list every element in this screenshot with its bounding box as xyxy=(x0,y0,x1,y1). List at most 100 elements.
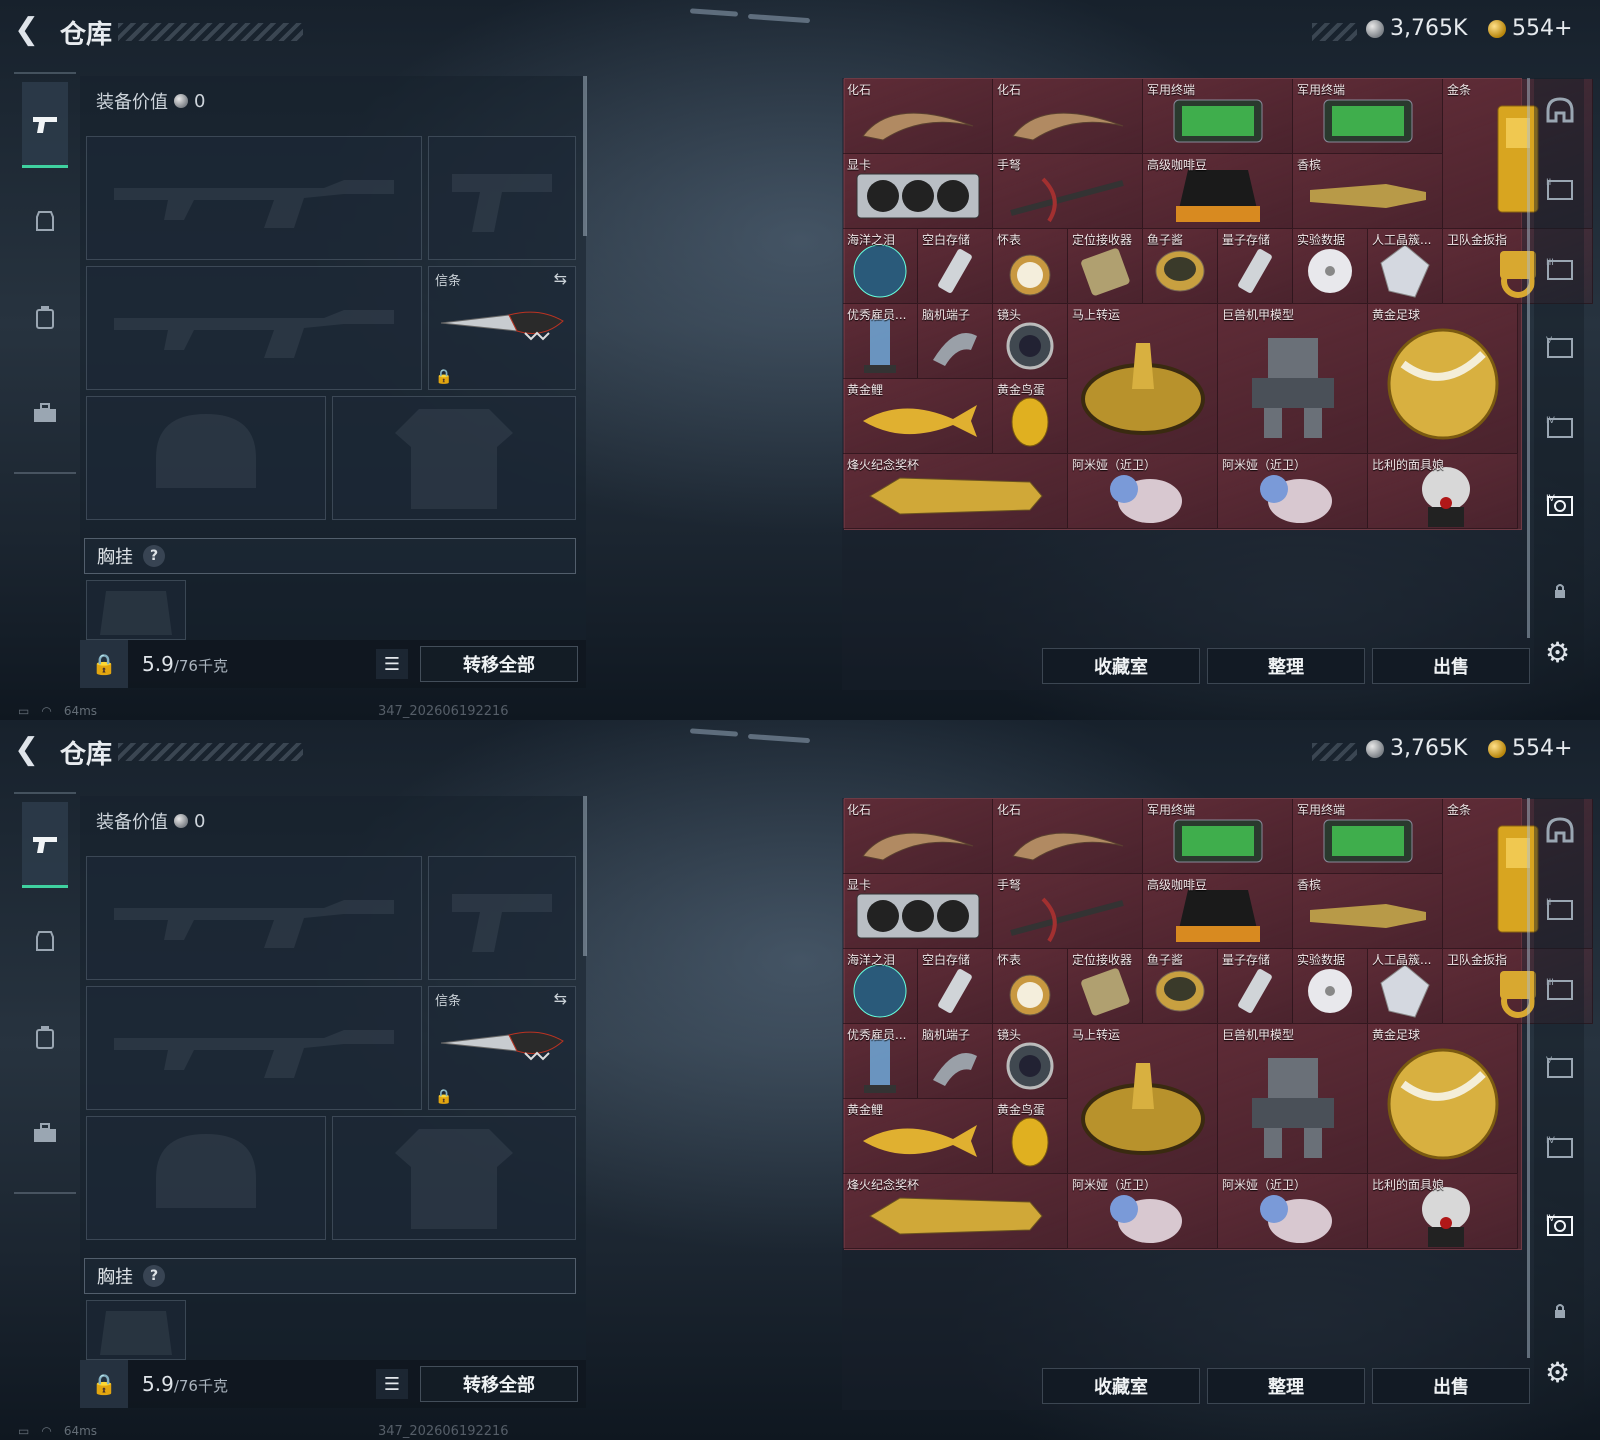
inventory-item[interactable]: 空白存储 xyxy=(918,949,993,1024)
loadout-scrollbar[interactable] xyxy=(583,76,587,236)
gold-currency[interactable]: 554+ xyxy=(1488,16,1572,41)
inventory-item[interactable]: 黄金鲤 xyxy=(843,1099,993,1174)
inventory-item[interactable]: 怀表 xyxy=(993,949,1068,1024)
inventory-item[interactable]: 脑机端子 xyxy=(918,1024,993,1099)
gear-icon[interactable]: ⚙ xyxy=(1545,636,1570,669)
pistol-slot[interactable] xyxy=(428,136,576,260)
rail-tab-armor[interactable] xyxy=(22,898,68,984)
inventory-item[interactable]: 化石 xyxy=(843,79,993,154)
inventory-item[interactable]: 量子存储 xyxy=(1218,949,1293,1024)
rail-tab-pistol[interactable] xyxy=(22,802,68,888)
collection-room-button[interactable]: 收藏室 xyxy=(1042,648,1200,684)
inventory-item[interactable]: 军用终端 xyxy=(1293,799,1443,874)
sell-button[interactable]: 出售 xyxy=(1372,1368,1530,1404)
swap-icon[interactable]: ⇆ xyxy=(554,989,567,1008)
inventory-item[interactable]: 化石 xyxy=(843,799,993,874)
primary-weapon-slot[interactable] xyxy=(86,856,422,980)
storage-tab-tab-iii[interactable]: III xyxy=(1544,254,1576,284)
rail-tab-backpack[interactable] xyxy=(22,274,68,360)
chest-rig-header[interactable]: 胸挂 ? xyxy=(84,1258,576,1294)
inventory-item[interactable]: 实验数据 xyxy=(1293,949,1368,1024)
inventory-item[interactable]: 镜头 xyxy=(993,304,1068,379)
inventory-item[interactable]: 巨兽机甲模型 xyxy=(1218,304,1368,454)
inventory-item[interactable]: 高级咖啡豆 xyxy=(1143,874,1293,949)
pistol-slot[interactable] xyxy=(428,856,576,980)
inventory-item[interactable]: 化石 xyxy=(993,79,1143,154)
inventory-item[interactable]: 比利的面具娘 xyxy=(1368,1174,1518,1249)
help-icon[interactable]: ? xyxy=(143,545,165,567)
inventory-item[interactable]: 定位接收器 xyxy=(1068,949,1143,1024)
inventory-item[interactable]: 军用终端 xyxy=(1293,79,1443,154)
storage-tab-tab-vi[interactable]: IV xyxy=(1544,1210,1576,1240)
body-armor-slot[interactable] xyxy=(332,396,576,520)
primary-weapon-slot[interactable] xyxy=(86,136,422,260)
storage-tab-tab-v[interactable]: IV xyxy=(1544,1132,1576,1162)
inventory-item[interactable]: 优秀雇员... xyxy=(843,304,918,379)
inventory-item[interactable]: 军用终端 xyxy=(1143,799,1293,874)
transfer-all-button[interactable]: 转移全部 xyxy=(420,1366,578,1402)
rail-tab-toolbox[interactable] xyxy=(22,1090,68,1176)
bag-lock-button[interactable]: 🔒 xyxy=(80,1360,128,1408)
back-button[interactable]: ❮ xyxy=(14,15,44,46)
rail-tab-toolbox[interactable] xyxy=(22,370,68,456)
inventory-item[interactable]: 比利的面具娘 xyxy=(1368,454,1518,529)
inventory-item[interactable]: 黄金鸟蛋 xyxy=(993,379,1068,454)
inventory-item[interactable]: 显卡 xyxy=(843,154,993,229)
inventory-item[interactable]: 化石 xyxy=(993,799,1143,874)
storage-tab-lock[interactable] xyxy=(1544,576,1576,606)
storage-tab-tab-v[interactable]: IV xyxy=(1544,412,1576,442)
body-armor-slot[interactable] xyxy=(332,1116,576,1240)
inventory-item[interactable]: 阿米娅（近卫） xyxy=(1218,1174,1368,1249)
inventory-item[interactable]: 黄金鸟蛋 xyxy=(993,1099,1068,1174)
inventory-item[interactable]: 海洋之泪 xyxy=(843,229,918,304)
inventory-scrollbar[interactable] xyxy=(1527,78,1530,638)
rail-tab-armor[interactable] xyxy=(22,178,68,264)
inventory-scrollbar[interactable] xyxy=(1527,798,1530,1358)
inventory-item[interactable]: 手弩 xyxy=(993,154,1143,229)
inventory-item[interactable]: 巨兽机甲模型 xyxy=(1218,1024,1368,1174)
inventory-item[interactable]: 黄金足球 xyxy=(1368,304,1518,454)
inventory-item[interactable]: 香槟 xyxy=(1293,874,1443,949)
inventory-item[interactable]: 海洋之泪 xyxy=(843,949,918,1024)
transfer-all-button[interactable]: 转移全部 xyxy=(420,646,578,682)
rail-tab-backpack[interactable] xyxy=(22,994,68,1080)
loadout-scrollbar[interactable] xyxy=(583,796,587,956)
list-view-button[interactable]: ☰ xyxy=(376,1369,408,1399)
storage-tab-helmet[interactable] xyxy=(1544,816,1576,846)
storage-tab-helmet[interactable] xyxy=(1544,96,1576,126)
inventory-item[interactable]: 烽火纪念奖杯 xyxy=(843,1174,1068,1249)
inventory-item[interactable]: 脑机端子 xyxy=(918,304,993,379)
back-button[interactable]: ❮ xyxy=(14,735,44,766)
secondary-weapon-slot[interactable] xyxy=(86,986,422,1110)
storage-tab-tab-ii[interactable]: II xyxy=(1544,174,1576,204)
gold-currency[interactable]: 554+ xyxy=(1488,736,1572,761)
inventory-item[interactable]: 人工晶簇... xyxy=(1368,949,1443,1024)
inventory-item[interactable]: 定位接收器 xyxy=(1068,229,1143,304)
chest-rig-header[interactable]: 胸挂 ? xyxy=(84,538,576,574)
inventory-item[interactable]: 阿米娅（近卫） xyxy=(1218,454,1368,529)
chest-rig-slot[interactable] xyxy=(86,580,186,640)
helmet-slot[interactable] xyxy=(86,396,326,520)
collection-room-button[interactable]: 收藏室 xyxy=(1042,1368,1200,1404)
secondary-weapon-slot[interactable] xyxy=(86,266,422,390)
inventory-item[interactable]: 怀表 xyxy=(993,229,1068,304)
inventory-item[interactable]: 鱼子酱 xyxy=(1143,229,1218,304)
inventory-item[interactable]: 显卡 xyxy=(843,874,993,949)
storage-tab-tab-vi[interactable]: IV xyxy=(1544,490,1576,520)
inventory-item[interactable]: 镜头 xyxy=(993,1024,1068,1099)
inventory-item[interactable]: 优秀雇员... xyxy=(843,1024,918,1099)
inventory-item[interactable]: 阿米娅（近卫） xyxy=(1068,1174,1218,1249)
inventory-item[interactable]: 实验数据 xyxy=(1293,229,1368,304)
inventory-item[interactable]: 香槟 xyxy=(1293,154,1443,229)
chest-rig-slot[interactable] xyxy=(86,1300,186,1360)
inventory-item[interactable]: 手弩 xyxy=(993,874,1143,949)
inventory-item[interactable]: 空白存储 xyxy=(918,229,993,304)
storage-tab-tab-ii[interactable]: II xyxy=(1544,894,1576,924)
inventory-item[interactable]: 量子存储 xyxy=(1218,229,1293,304)
gear-icon[interactable]: ⚙ xyxy=(1545,1356,1570,1389)
inventory-item[interactable]: 高级咖啡豆 xyxy=(1143,154,1293,229)
inventory-item[interactable]: 鱼子酱 xyxy=(1143,949,1218,1024)
storage-tab-tab-iv[interactable]: V xyxy=(1544,332,1576,362)
sell-button[interactable]: 出售 xyxy=(1372,648,1530,684)
inventory-item[interactable]: 军用终端 xyxy=(1143,79,1293,154)
